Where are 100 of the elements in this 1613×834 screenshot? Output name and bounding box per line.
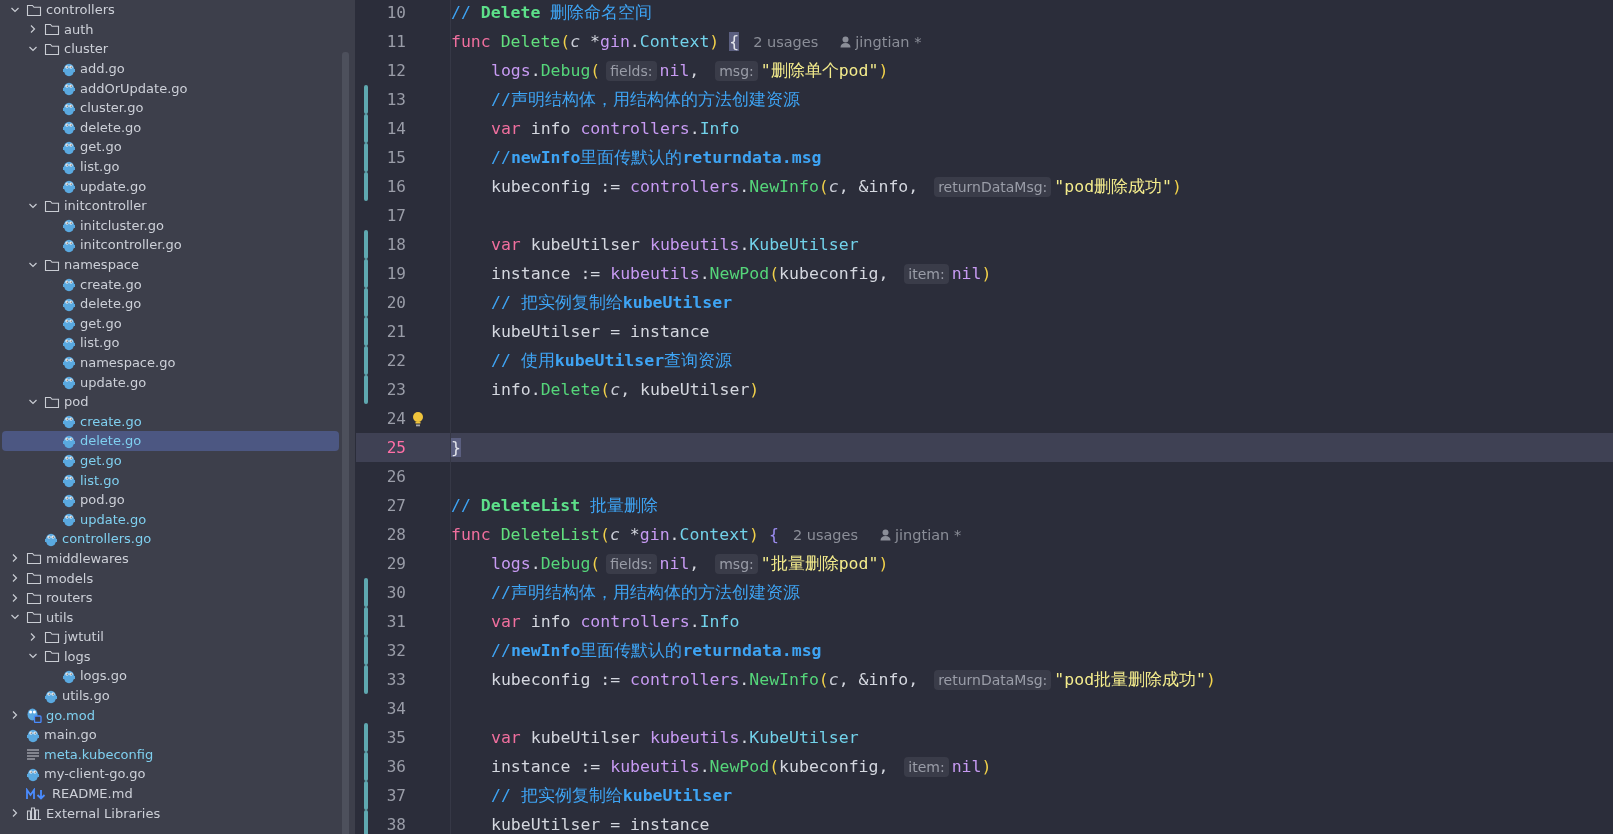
code-token: var — [491, 119, 522, 138]
gopher-icon — [62, 119, 76, 136]
code-token: kubeUtilser = instance — [491, 322, 710, 341]
tree-item[interactable]: auth — [2, 19, 339, 40]
tree-item[interactable]: logs.go — [2, 666, 339, 686]
code-token: . — [739, 177, 750, 196]
line-number: 31 — [385, 612, 406, 631]
code-token: . — [629, 32, 640, 51]
code-token: controllers — [630, 177, 740, 196]
tree-item[interactable]: utils.go — [2, 685, 339, 706]
code-token: Context — [679, 525, 750, 544]
author-link[interactable]: jingtian * — [880, 526, 962, 543]
tree-item[interactable]: update.go — [2, 372, 339, 392]
code-token: // — [451, 496, 472, 515]
tree-item[interactable]: controllers — [2, 0, 339, 20]
tree-item[interactable]: initcontroller — [2, 195, 339, 216]
tree-item[interactable]: get.go — [2, 450, 339, 471]
tree-item[interactable]: delete.go — [2, 431, 339, 451]
tree-item[interactable]: add.go — [2, 58, 339, 79]
code-token: . — [739, 728, 750, 747]
tree-item[interactable]: routers — [2, 587, 339, 608]
lightbulb-icon[interactable] — [412, 410, 424, 427]
tree-item[interactable]: initcontroller.go — [2, 235, 339, 255]
code-token: "批量删除pod" — [760, 552, 879, 575]
tree-item[interactable]: External Libraries — [2, 803, 339, 823]
code-token: . — [530, 380, 541, 399]
code-token: NewPod — [709, 757, 770, 776]
tree-item[interactable]: my-client-go.go — [2, 764, 339, 784]
tree-item[interactable]: namespace.go — [2, 352, 339, 373]
code-token: DeleteList — [500, 525, 600, 544]
code-token: "pod删除成功" — [1054, 175, 1172, 198]
tree-item[interactable]: main.go — [2, 724, 339, 745]
code-token: NewPod — [709, 264, 770, 283]
code-token: ) — [749, 380, 760, 399]
code-token: ( — [560, 32, 571, 51]
code-token: func — [451, 32, 492, 51]
code-token: , — [689, 554, 701, 573]
code-token: kubeutils — [610, 264, 700, 283]
code-token: returndata.msg — [682, 148, 822, 167]
code-token: ) — [878, 554, 889, 573]
tree-item[interactable]: list.go — [2, 470, 339, 490]
tree-item[interactable]: update.go — [2, 176, 339, 196]
line-number: 15 — [385, 148, 406, 167]
line-number: 25 — [385, 438, 406, 457]
code-token: . — [530, 554, 541, 573]
code-token: // — [491, 148, 511, 167]
code-token: NewInfo — [749, 670, 819, 689]
code-token: c — [610, 380, 621, 399]
code-token: kubeutils — [610, 757, 700, 776]
tree-item[interactable]: README.md — [2, 783, 339, 804]
tree-item[interactable]: addOrUpdate.go — [2, 78, 339, 98]
tree-item[interactable]: models — [2, 568, 339, 588]
tree-item[interactable]: initcluster.go — [2, 215, 339, 236]
tree-item[interactable]: get.go — [2, 137, 339, 157]
tree-item[interactable]: cluster.go — [2, 97, 339, 118]
code-token: kubeutils — [649, 235, 740, 254]
code-token: KubeUtilser — [749, 235, 859, 254]
code-token: . — [669, 525, 680, 544]
tree-item[interactable]: utils — [2, 607, 339, 627]
tree-item[interactable]: update.go — [2, 509, 339, 530]
code-token: ( — [769, 757, 780, 776]
code-token: ( — [769, 264, 780, 283]
tree-item[interactable]: namespace — [2, 254, 339, 275]
tree-item[interactable]: get.go — [2, 313, 339, 334]
line-number: 16 — [385, 177, 406, 196]
inlay-hint: msg: — [715, 553, 758, 574]
line-number: 36 — [385, 757, 406, 776]
line-number: 18 — [385, 235, 406, 254]
code-token: nil — [951, 757, 982, 776]
code-token: kubeUtilser — [622, 786, 733, 805]
tree-item[interactable]: pod — [2, 391, 339, 412]
tree-item[interactable]: pod.go — [2, 489, 339, 510]
tree-item[interactable]: logs — [2, 646, 339, 667]
folder-icon — [26, 610, 42, 625]
tree-item[interactable]: create.go — [2, 411, 339, 432]
person-icon — [880, 528, 892, 541]
tree-item[interactable]: delete.go — [2, 293, 339, 314]
usages-link[interactable]: 2 usages — [792, 526, 859, 543]
tree-item[interactable]: list.go — [2, 333, 339, 353]
code-token: . — [739, 235, 750, 254]
tree-item[interactable]: create.go — [2, 274, 339, 294]
tree-item[interactable]: meta.kubeconfig — [2, 744, 339, 765]
tree-item[interactable]: delete.go — [2, 117, 339, 138]
text-file-icon — [26, 747, 40, 762]
code-token: Info — [699, 612, 740, 631]
tree-item[interactable]: go.mod — [2, 705, 339, 725]
tree-item[interactable]: list.go — [2, 156, 339, 177]
code-token: kubeconfig := — [491, 670, 622, 689]
code-token: Info — [699, 119, 740, 138]
tree-item[interactable]: controllers.go — [2, 529, 339, 549]
tree-item[interactable]: jwtutil — [2, 627, 339, 647]
folder-icon — [26, 551, 42, 566]
code-token: gin — [600, 32, 630, 51]
folder-icon — [26, 571, 42, 585]
chevron-icon — [28, 631, 38, 642]
tree-item[interactable]: cluster — [2, 39, 339, 59]
code-token: { — [768, 525, 779, 544]
tree-item[interactable]: middlewares — [2, 548, 339, 569]
usages-link[interactable]: 2 usages — [753, 33, 819, 50]
author-link[interactable]: jingtian * — [840, 33, 922, 50]
